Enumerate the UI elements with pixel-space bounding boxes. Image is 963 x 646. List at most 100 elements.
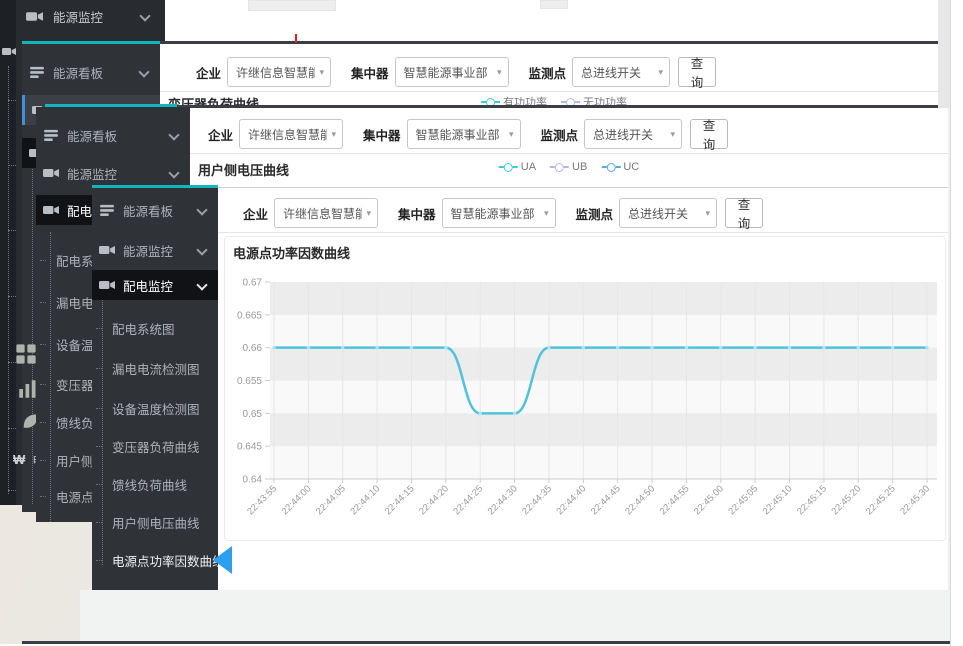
sidebar-item-transformer-load[interactable]: 变压器负荷曲线 xyxy=(92,431,218,461)
legend-marker-icon xyxy=(499,163,518,172)
panel3-legend: UA UB UC xyxy=(499,161,639,173)
tree-guide xyxy=(8,66,9,494)
caret-down-icon: ▾ xyxy=(366,208,371,219)
caret-down-icon: ▾ xyxy=(544,208,549,219)
panel3-content: 企业 许继信息智慧能源 ▾ 集中器 智慧能源事业部 ▾ 监测点 总进线开关 ▾ … xyxy=(190,108,948,188)
tree-tick xyxy=(8,296,16,297)
svg-text:22:45:15: 22:45:15 xyxy=(795,483,829,517)
tree-tick xyxy=(8,490,16,491)
camera-icon xyxy=(2,46,16,57)
tree-tick xyxy=(40,496,46,497)
legend-item[interactable]: UB xyxy=(550,161,587,173)
svg-text:22:44:55: 22:44:55 xyxy=(658,483,692,517)
sidebar-item-device-temp[interactable]: 设备温度检测图 xyxy=(92,393,218,423)
sidebar-item-monitor[interactable]: 能源监控 xyxy=(92,235,218,265)
svg-text:22:45:25: 22:45:25 xyxy=(864,483,898,517)
cursor-artifact xyxy=(295,34,297,43)
tree-tick xyxy=(40,260,46,261)
sidebar-item-kanban[interactable]: 能源看板 xyxy=(36,120,190,150)
point-label: 监测点 xyxy=(541,125,579,144)
camera-icon xyxy=(43,167,59,179)
divider xyxy=(160,91,948,92)
tree-tick xyxy=(96,522,102,523)
kanban-icon xyxy=(99,204,115,216)
concentrator-select[interactable]: 智慧能源事业部 ▾ xyxy=(395,57,509,87)
tree-tick xyxy=(96,328,102,329)
concentrator-select[interactable]: 智慧能源事业部 ▾ xyxy=(407,119,521,149)
tree-tick xyxy=(8,428,16,429)
svg-text:22:44:30: 22:44:30 xyxy=(486,483,520,517)
panel4-content: 企业 许继信息智慧能源 ▾ 集中器 智慧能源事业部 ▾ 监测点 总进线开关 ▾ … xyxy=(218,188,948,590)
panel2-filter-row: 企业 许继信息智慧能源 ▾ 集中器 智慧能源事业部 ▾ 监测点 总进线开关 ▾ … xyxy=(196,55,716,89)
caret-down-icon: ▾ xyxy=(671,129,676,140)
caret-down-icon: ▾ xyxy=(319,67,324,78)
sidebar-item-energy-monitor-root[interactable]: 能源监控 xyxy=(16,2,165,30)
bottom-strip xyxy=(80,590,963,641)
sidebar-item-monitor[interactable]: 能源监控 xyxy=(36,158,190,188)
svg-text:0.645: 0.645 xyxy=(237,442,262,453)
svg-text:22:45:00: 22:45:00 xyxy=(692,483,726,517)
enterprise-select[interactable]: 许继信息智慧能源 ▾ xyxy=(274,198,378,228)
scrollbar-thumb[interactable] xyxy=(938,0,950,108)
tree-tick xyxy=(40,302,46,303)
enterprise-select[interactable]: 许继信息智慧能源 ▾ xyxy=(239,119,343,149)
svg-text:22:44:15: 22:44:15 xyxy=(383,483,417,517)
concentrator-label: 集中器 xyxy=(363,125,401,144)
sidebar-item-distribution[interactable]: 配电监控 xyxy=(92,270,218,300)
grid-icon[interactable] xyxy=(14,343,38,365)
sidebar-item-label: 能源监控 xyxy=(53,7,141,26)
caret-down-icon: ▾ xyxy=(509,129,514,140)
svg-text:22:44:10: 22:44:10 xyxy=(348,483,382,517)
svg-text:22:44:25: 22:44:25 xyxy=(451,483,485,517)
svg-text:22:45:20: 22:45:20 xyxy=(829,483,863,517)
won-icon: ₩ xyxy=(13,452,25,467)
sidebar-item-feeder-load[interactable]: 馈线负荷曲线 xyxy=(92,469,218,499)
concentrator-label: 集中器 xyxy=(398,204,436,223)
panel2-content: 企业 许继信息智慧能源 ▾ 集中器 智慧能源事业部 ▾ 监测点 总进线开关 ▾ … xyxy=(160,44,948,108)
sidebar-item-kanban[interactable]: 能源看板 xyxy=(22,57,160,87)
kanban-icon xyxy=(29,66,45,78)
tree-tick xyxy=(40,344,46,345)
right-edge-strip xyxy=(950,0,963,646)
camera-icon xyxy=(43,204,59,216)
chevron-down-icon xyxy=(168,167,179,178)
svg-text:22:44:45: 22:44:45 xyxy=(589,483,623,517)
tree-tick xyxy=(40,422,46,423)
svg-text:22:44:40: 22:44:40 xyxy=(555,483,589,517)
tree-tick xyxy=(8,165,16,166)
sidebar-item-user-voltage[interactable]: 用户侧电压曲线 xyxy=(92,507,218,537)
panel3-title: 用户侧电压曲线 xyxy=(198,160,289,179)
panel4-sidebar: 能源看板能源监控配电监控配电系统图漏电电流检测图设备温度检测图变压器负荷曲线馈线… xyxy=(92,188,218,590)
query-button[interactable]: 查询 xyxy=(678,57,716,87)
chevron-down-icon xyxy=(138,66,149,77)
query-button[interactable]: 查询 xyxy=(725,198,763,228)
point-select[interactable]: 总进线开关 ▾ xyxy=(584,119,682,149)
svg-text:0.64: 0.64 xyxy=(243,475,263,486)
panel3-filter-row: 企业 许继信息智慧能源 ▾ 集中器 智慧能源事业部 ▾ 监测点 总进线开关 ▾ … xyxy=(208,117,728,151)
svg-text:0.67: 0.67 xyxy=(243,278,263,289)
caret-down-icon: ▾ xyxy=(659,67,664,78)
svg-text:22:45:05: 22:45:05 xyxy=(726,483,760,517)
panel4-filter-row: 企业 许继信息智慧能源 ▾ 集中器 智慧能源事业部 ▾ 监测点 总进线开关 ▾ … xyxy=(243,196,763,230)
point-select[interactable]: 总进线开关 ▾ xyxy=(572,57,670,87)
point-select[interactable]: 总进线开关 ▾ xyxy=(619,198,717,228)
sidebar-item-system-diagram[interactable]: 配电系统图 xyxy=(92,313,218,343)
enterprise-select[interactable]: 许继信息智慧能源 ▾ xyxy=(227,57,331,87)
query-button[interactable]: 查询 xyxy=(690,119,728,149)
chevron-down-icon xyxy=(196,279,207,290)
app-stage: 能源监控 能源看板能源监控配电监控 企业 许继信息智慧能源 ▾ 集中器 智慧能源… xyxy=(0,0,963,646)
svg-text:22:45:30: 22:45:30 xyxy=(898,483,932,517)
tree-tick xyxy=(96,484,102,485)
active-item-arrow-icon xyxy=(213,546,232,574)
legend-item[interactable]: UA xyxy=(499,161,536,173)
legend-item[interactable]: UC xyxy=(601,161,639,173)
concentrator-select[interactable]: 智慧能源事业部 ▾ xyxy=(442,198,556,228)
sidebar-item-power-factor[interactable]: 电源点功率因数曲线 xyxy=(92,545,218,575)
sidebar-item-kanban[interactable]: 能源看板 xyxy=(92,195,218,225)
sidebar-item-leakage-current[interactable]: 漏电电流检测图 xyxy=(92,353,218,383)
caret-down-icon: ▾ xyxy=(706,208,711,219)
enterprise-label: 企业 xyxy=(243,204,268,223)
divider xyxy=(218,232,948,233)
svg-text:22:44:00: 22:44:00 xyxy=(280,483,314,517)
power-factor-chart-card: 电源点功率因数曲线 0.640.6450.650.6550.660.6650.6… xyxy=(224,236,946,541)
